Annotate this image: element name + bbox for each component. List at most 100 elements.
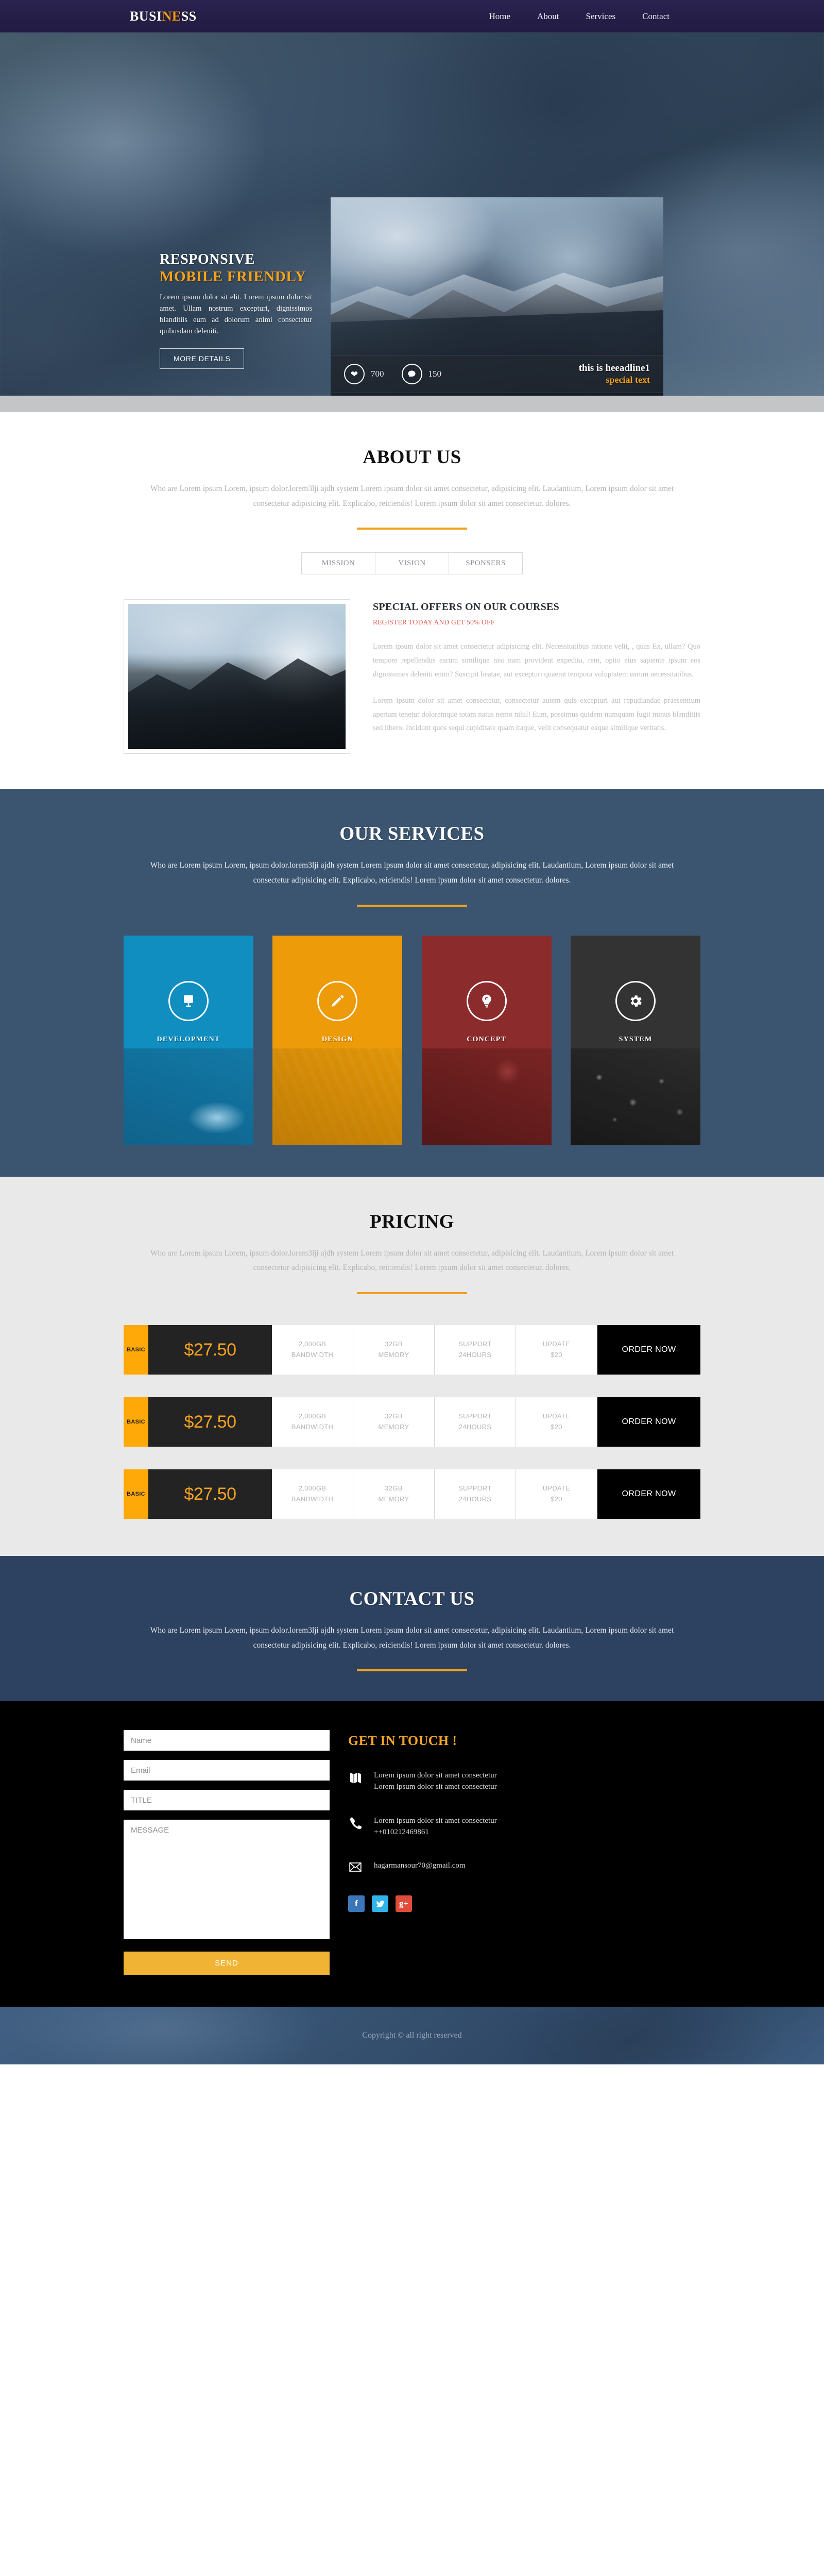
address-text: Lorem ipsum dolor sit amet consectetur L… <box>374 1770 497 1793</box>
plan-price: $27.50 <box>148 1397 272 1447</box>
order-now-button[interactable]: ORDER NOW <box>597 1325 700 1375</box>
brand-text-accent: NE <box>162 8 181 24</box>
contact-subtitle: Who are Lorem ipsum Lorem, ipsum dolor.l… <box>150 1626 674 1650</box>
plan-feature-line1: UPDATE <box>542 1412 571 1420</box>
order-now-button[interactable]: ORDER NOW <box>597 1469 700 1519</box>
plan-badge: BASIC <box>124 1397 148 1447</box>
message-textarea[interactable] <box>124 1820 330 1940</box>
more-details-button[interactable]: MORE DETAILS <box>160 348 245 369</box>
service-card-system[interactable]: SYSTEM <box>570 935 700 1145</box>
primary-nav: Home About Services Contact <box>489 11 670 22</box>
about-divider-rule <box>357 528 467 530</box>
service-card-system-photo <box>570 1048 700 1145</box>
nav-link-about[interactable]: About <box>537 11 559 22</box>
service-card-design[interactable]: DESIGN <box>272 935 403 1145</box>
plan-feature-line1: 2,000GB <box>298 1484 327 1493</box>
social-links: f g+ <box>348 1895 700 1912</box>
site-footer: Copyright © all right reserved <box>0 2007 824 2065</box>
contact-title: CONTACT US <box>349 1588 475 1610</box>
tab-sponsers[interactable]: SPONSERS <box>449 553 522 574</box>
about-mountain-photo <box>128 604 346 750</box>
service-card-system-top: SYSTEM <box>615 936 656 1044</box>
address-line2: Lorem ipsum dolor sit amet consectetur <box>374 1783 497 1791</box>
plan-feature-line2: 24HOURS <box>458 1495 492 1503</box>
plan-feature-line1: SUPPORT <box>458 1484 492 1493</box>
pricing-subtitle: Who are Lorem ipsum Lorem, ipsum dolor.l… <box>150 1248 674 1273</box>
comments-count: 150 <box>428 369 442 379</box>
about-image-frame <box>124 599 350 754</box>
plan-features: 2,000GB BANDWIDTH 32GB MEMORY SUPPORT 24… <box>272 1469 597 1519</box>
googleplus-icon[interactable]: g+ <box>396 1895 412 1912</box>
brand-logo[interactable]: BUSINESS <box>130 9 197 24</box>
tab-mission[interactable]: MISSION <box>302 553 375 574</box>
service-card-concept-label: CONCEPT <box>467 1035 507 1043</box>
map-icon <box>348 1770 363 1785</box>
services-divider-rule <box>357 904 467 907</box>
service-card-concept[interactable]: CONCEPT <box>421 935 552 1145</box>
pricing-row: BASIC $27.50 2,000GB BANDWIDTH 32GB MEMO… <box>124 1325 700 1375</box>
service-card-design-photo <box>272 1048 403 1145</box>
comments-stat[interactable]: 150 <box>401 364 442 384</box>
plan-features: 2,000GB BANDWIDTH 32GB MEMORY SUPPORT 24… <box>272 1325 597 1375</box>
brand-text-pre: BUSI <box>130 8 162 24</box>
plan-feature: SUPPORT 24HOURS <box>435 1325 516 1375</box>
nav-link-services[interactable]: Services <box>586 11 616 22</box>
plan-feature: UPDATE $20 <box>516 1325 597 1375</box>
heart-icon: ❤ <box>344 364 365 384</box>
plan-feature-line1: 2,000GB <box>298 1340 327 1348</box>
service-card-system-label: SYSTEM <box>619 1035 653 1043</box>
plan-feature-line2: BANDWIDTH <box>291 1351 334 1359</box>
plan-feature-line2: MEMORY <box>378 1351 409 1359</box>
send-button[interactable]: SEND <box>124 1952 330 1975</box>
plan-feature-line1: UPDATE <box>542 1340 571 1348</box>
address-line1: Lorem ipsum dolor sit amet consectetur <box>374 1771 497 1780</box>
plan-feature-line2: BANDWIDTH <box>291 1495 334 1503</box>
top-navbar: BUSINESS Home About Services Contact <box>0 0 824 32</box>
nav-link-contact[interactable]: Contact <box>642 11 670 22</box>
contact-form: SEND <box>124 1730 330 1975</box>
title-input[interactable] <box>124 1790 330 1811</box>
address-row: Lorem ipsum dolor sit amet consectetur L… <box>348 1770 700 1793</box>
get-in-touch-title: GET IN TOUCH ! <box>348 1733 457 1749</box>
email-input[interactable] <box>124 1760 330 1781</box>
service-card-development-top: DEVELOPMENT <box>157 936 220 1044</box>
pricing-row: BASIC $27.50 2,000GB BANDWIDTH 32GB MEMO… <box>124 1397 700 1447</box>
order-now-button[interactable]: ORDER NOW <box>597 1397 700 1447</box>
plan-feature-line1: 32GB <box>385 1484 403 1493</box>
nav-link-home[interactable]: Home <box>489 11 510 22</box>
plan-feature-line1: SUPPORT <box>458 1412 492 1420</box>
hero-copy-block: RESPONSIVE MOBILE FRIENDLY Lorem ipsum d… <box>160 251 335 369</box>
about-paragraph-1: Lorem ipsum dolor sit amet consectetur a… <box>373 642 700 679</box>
plan-features: 2,000GB BANDWIDTH 32GB MEMORY SUPPORT 24… <box>272 1397 597 1447</box>
facebook-icon[interactable]: f <box>348 1895 365 1912</box>
about-content-row: SPECIAL OFFERS ON OUR COURSES REGISTER T… <box>124 599 700 789</box>
plan-feature: 32GB MEMORY <box>353 1325 435 1375</box>
phone-row: Lorem ipsum dolor sit amet consectetur +… <box>348 1816 700 1838</box>
pencil-icon <box>317 980 358 1021</box>
contact-section: CONTACT US Who are Lorem ipsum Lorem, ip… <box>0 1556 824 1702</box>
contact-form-section: SEND GET IN TOUCH ! Lorem ipsum dolor si… <box>0 1701 824 2007</box>
services-subtitle: Who are Lorem ipsum Lorem, ipsum dolor.l… <box>150 861 674 885</box>
plan-feature-line2: MEMORY <box>378 1423 409 1431</box>
tab-vision[interactable]: VISION <box>375 553 449 574</box>
hero-card-headline-block: this is heeadline1 special text <box>579 362 650 385</box>
phone-line1: Lorem ipsum dolor sit amet consectetur <box>374 1816 497 1825</box>
services-section: OUR SERVICES Who are Lorem ipsum Lorem, … <box>0 789 824 1177</box>
contact-form-row: SEND GET IN TOUCH ! Lorem ipsum dolor si… <box>124 1730 700 1975</box>
service-cards-row: DEVELOPMENT DESIGN CONCEPT SYSTEM <box>124 935 700 1145</box>
get-in-touch-column: GET IN TOUCH ! Lorem ipsum dolor sit ame… <box>348 1730 700 1975</box>
likes-stat[interactable]: ❤ 700 <box>344 364 384 384</box>
service-card-concept-photo <box>421 1048 552 1145</box>
plan-feature-line2: $20 <box>551 1423 562 1431</box>
services-title: OUR SERVICES <box>339 823 485 845</box>
email-row: hagarmansour70@gmail.com <box>348 1860 700 1873</box>
phone-line2: ++010212469861 <box>374 1827 429 1836</box>
service-card-development[interactable]: DEVELOPMENT <box>124 935 253 1145</box>
email-text: hagarmansour70@gmail.com <box>374 1861 466 1870</box>
about-tabs: MISSION VISION SPONSERS <box>301 552 523 575</box>
phone-icon <box>348 1816 363 1830</box>
plan-feature: 2,000GB BANDWIDTH <box>272 1325 353 1375</box>
hero-feature-card: ❤ 700 150 this is heeadline1 special tex… <box>331 197 663 396</box>
name-input[interactable] <box>124 1730 330 1751</box>
twitter-icon[interactable] <box>372 1895 388 1912</box>
